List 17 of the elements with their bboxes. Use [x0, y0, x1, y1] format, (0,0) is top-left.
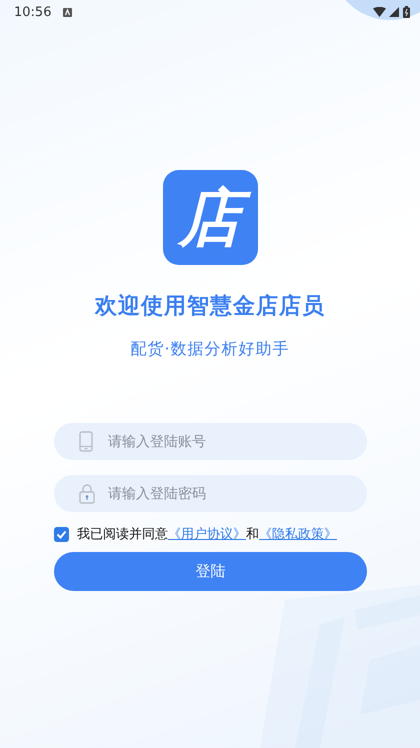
status-time: 10:56	[14, 4, 52, 20]
user-agreement-link[interactable]: 《用户协议》	[168, 527, 246, 542]
app-logo: 店	[162, 170, 258, 265]
login-button[interactable]: 登陆	[54, 552, 367, 591]
privacy-policy-link[interactable]: 《隐私政策》	[259, 527, 337, 542]
battery-icon	[403, 6, 410, 18]
welcome-subtitle: 配货·数据分析好助手	[130, 339, 290, 360]
agreement-checkbox[interactable]	[54, 526, 69, 542]
lock-icon	[79, 483, 95, 504]
password-field[interactable]: 请输入登陆密码	[54, 475, 367, 512]
wifi-icon	[373, 7, 386, 17]
account-field[interactable]: 请输入登陆账号	[54, 423, 367, 460]
phone-icon	[79, 431, 93, 452]
welcome-title: 欢迎使用智慧金店店员	[95, 292, 325, 321]
notification-icon	[63, 8, 72, 16]
signal-icon	[389, 7, 399, 17]
agreement-text: 我已阅读并同意《用户协议》和《隐私政策》	[77, 526, 337, 543]
